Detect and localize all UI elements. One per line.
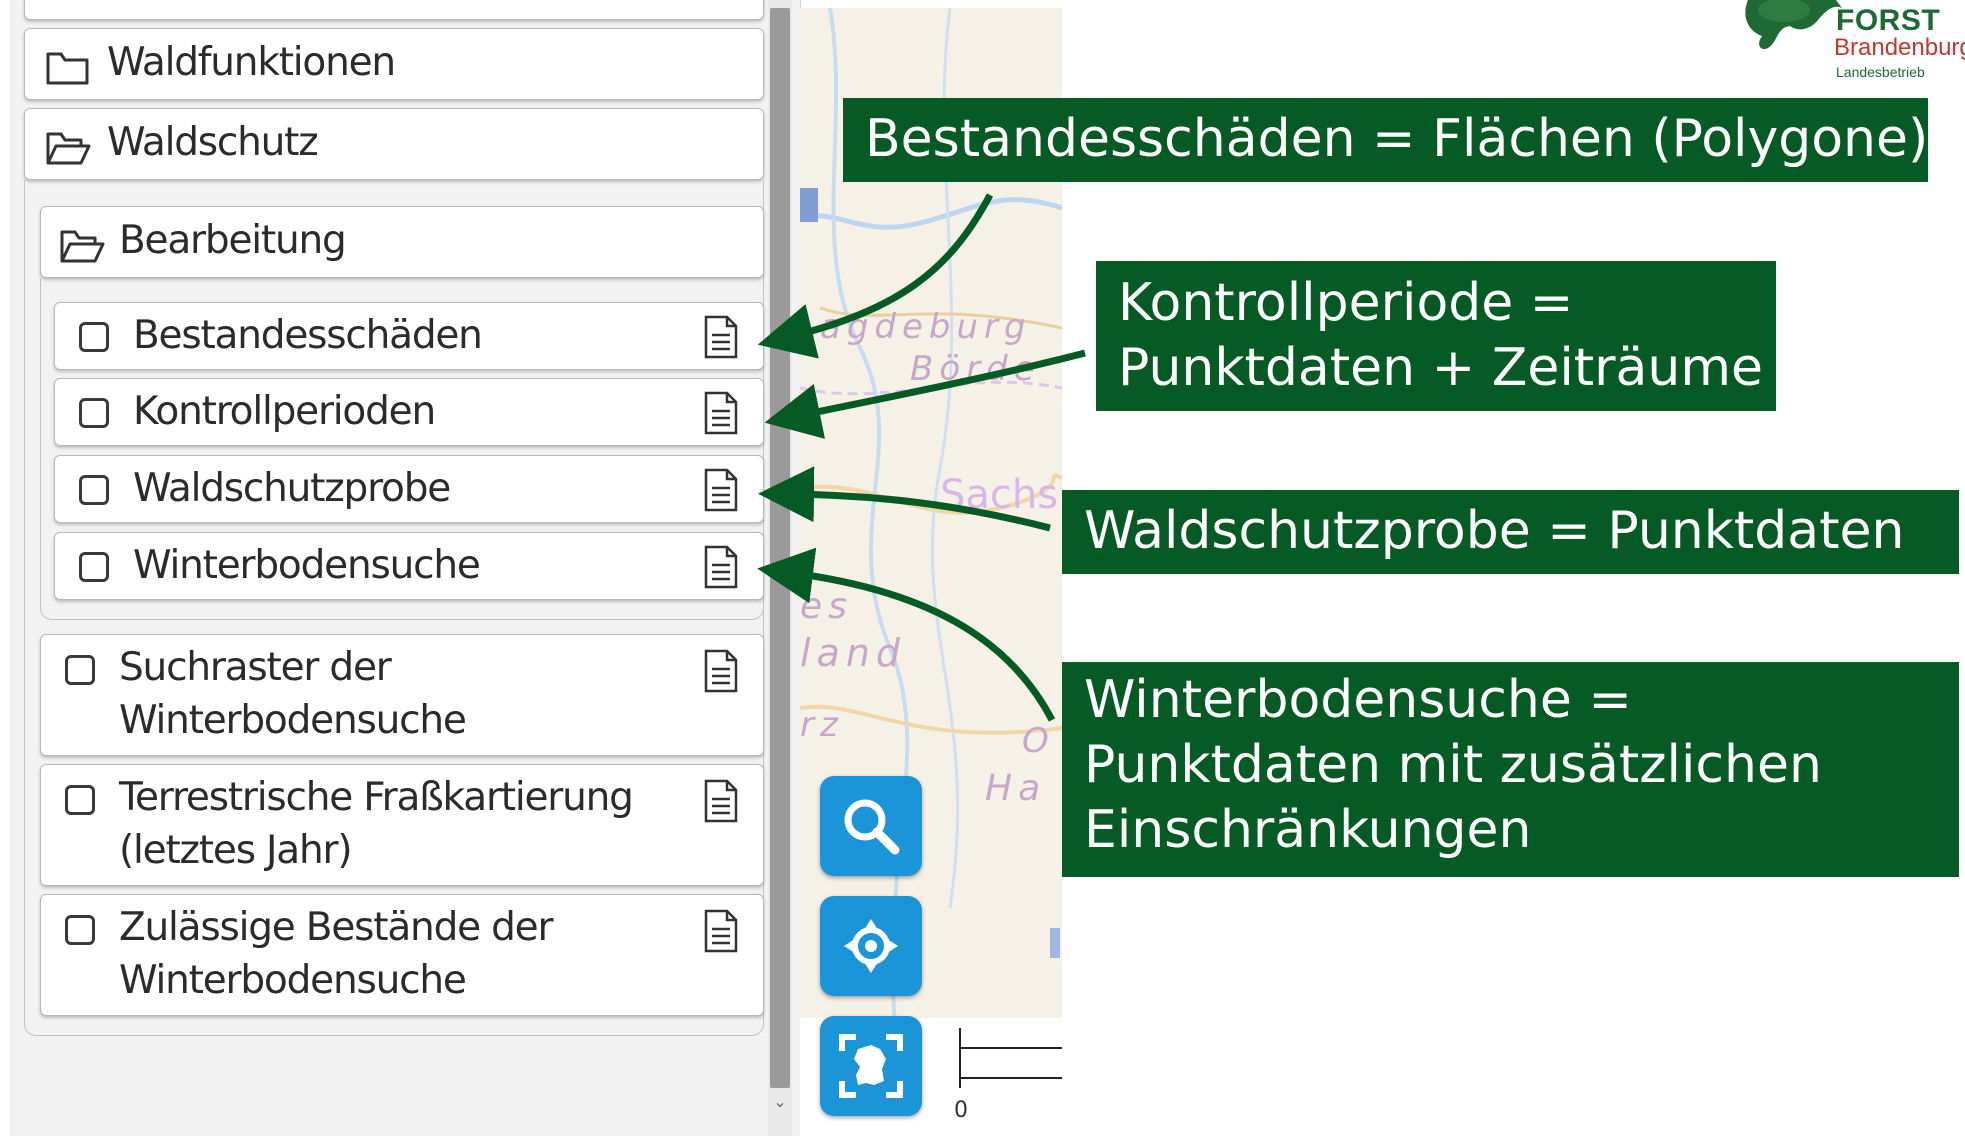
scale-bar-label: 0 bbox=[954, 1098, 968, 1123]
layer-item-winterbodensuche[interactable]: Winterbodensuche bbox=[54, 532, 764, 600]
logo-subtitle: Brandenburg bbox=[1834, 34, 1965, 61]
folder-bearbeitung[interactable]: Bearbeitung bbox=[40, 206, 764, 278]
layer-checkbox[interactable] bbox=[79, 322, 109, 352]
layer-label: Waldschutzprobe bbox=[133, 466, 451, 511]
callout-winterbodensuche: Winterbodensuche = Punktdaten mit zusätz… bbox=[1062, 662, 1959, 877]
document-icon[interactable] bbox=[703, 315, 739, 359]
callout-kontrollperiode: Kontrollperiode = Punktdaten + Zeiträume bbox=[1096, 261, 1776, 411]
document-icon[interactable] bbox=[703, 468, 739, 512]
locate-icon bbox=[844, 919, 898, 973]
layer-item-waldschutzprobe[interactable]: Waldschutzprobe bbox=[54, 455, 764, 523]
layer-checkbox[interactable] bbox=[79, 552, 109, 582]
folder-open-icon bbox=[60, 230, 105, 263]
layer-label: Winterbodensuche bbox=[133, 543, 481, 588]
layer-item-zulaessige-bestaende[interactable]: Zulässige Bestände der Winterbodensuche bbox=[40, 894, 764, 1016]
document-icon[interactable] bbox=[703, 779, 739, 823]
map-label: Ha bbox=[985, 768, 1046, 809]
map-label: Sachs bbox=[940, 472, 1058, 518]
layer-item-partial[interactable] bbox=[24, 0, 764, 20]
folder-open-icon bbox=[46, 132, 91, 165]
zoom-to-extent-button[interactable] bbox=[820, 1016, 922, 1116]
layer-item-suchraster[interactable]: Suchraster der Winterbodensuche bbox=[40, 634, 764, 756]
callout-line: Einschränkungen bbox=[1084, 800, 1532, 860]
search-button[interactable] bbox=[820, 776, 922, 876]
folder-waldfunktionen[interactable]: Waldfunktionen bbox=[24, 28, 764, 100]
document-icon[interactable] bbox=[703, 545, 739, 589]
layer-label: Bestandesschäden bbox=[133, 313, 483, 358]
layer-checkbox[interactable] bbox=[79, 475, 109, 505]
folder-waldschutz[interactable]: Waldschutz bbox=[24, 108, 764, 180]
layer-label: Terrestrische Fraßkartierung (letztes Ja… bbox=[119, 771, 634, 877]
document-icon[interactable] bbox=[703, 649, 739, 693]
layer-checkbox[interactable] bbox=[65, 785, 95, 815]
layer-item-kontrollperioden[interactable]: Kontrollperioden bbox=[54, 378, 764, 446]
search-icon bbox=[844, 799, 900, 855]
layer-item-frasskartierung[interactable]: Terrestrische Fraßkartierung (letztes Ja… bbox=[40, 764, 764, 886]
document-icon[interactable] bbox=[703, 909, 739, 953]
layer-label-line2: Winterbodensuche bbox=[119, 698, 467, 743]
map-label: rz bbox=[800, 705, 844, 745]
layer-checkbox[interactable] bbox=[79, 398, 109, 428]
scroll-down-arrow-icon[interactable]: ⌄ bbox=[770, 1092, 790, 1111]
map-label: es bbox=[800, 586, 853, 627]
layer-label-line1: Zulässige Bestände der bbox=[119, 905, 554, 950]
map-label: land bbox=[800, 631, 906, 675]
locate-button[interactable] bbox=[820, 896, 922, 996]
layer-label: Kontrollperioden bbox=[133, 389, 436, 434]
map-label: agdeburg bbox=[820, 307, 1032, 347]
callout-line: Winterbodensuche = bbox=[1084, 670, 1632, 730]
layer-checkbox[interactable] bbox=[65, 655, 95, 685]
layer-label-line2: (letztes Jahr) bbox=[119, 828, 353, 873]
layer-label-line1: Terrestrische Fraßkartierung bbox=[119, 775, 634, 820]
callout-line: Bestandesschäden = Flächen (Polygone) bbox=[865, 109, 1929, 169]
callout-waldschutzprobe: Waldschutzprobe = Punktdaten bbox=[1062, 490, 1959, 574]
logo-caption: Landesbetrieb bbox=[1836, 64, 1925, 80]
folder-label: Bearbeitung bbox=[119, 218, 347, 263]
callout-line: Punktdaten mit zusätzlichen bbox=[1084, 735, 1822, 795]
layer-label: Suchraster der Winterbodensuche bbox=[119, 641, 467, 747]
document-icon[interactable] bbox=[703, 391, 739, 435]
panel-scrollbar-thumb[interactable] bbox=[770, 8, 790, 1088]
callout-line: Punktdaten + Zeiträume bbox=[1118, 338, 1763, 398]
callout-line: Kontrollperiode = bbox=[1118, 273, 1574, 333]
callout-bestandesschaeden: Bestandesschäden = Flächen (Polygone) bbox=[843, 98, 1928, 182]
layer-label-line1: Suchraster der bbox=[119, 645, 392, 690]
extent-icon bbox=[839, 1034, 903, 1098]
callout-line: Waldschutzprobe = Punktdaten bbox=[1084, 501, 1905, 561]
map-label: O bbox=[1022, 721, 1049, 761]
layer-label: Zulässige Bestände der Winterbodensuche bbox=[119, 901, 554, 1007]
folder-closed-icon bbox=[46, 52, 89, 85]
map-label: Börde bbox=[910, 349, 1041, 389]
layer-item-bestandesschaeden[interactable]: Bestandesschäden bbox=[54, 302, 764, 370]
layer-checkbox[interactable] bbox=[65, 915, 95, 945]
folder-label: Waldfunktionen bbox=[107, 40, 396, 85]
logo-title: FORST bbox=[1836, 4, 1941, 37]
layer-label-line2: Winterbodensuche bbox=[119, 958, 467, 1003]
folder-label: Waldschutz bbox=[107, 120, 319, 165]
layer-panel: Waldfunktionen Waldschutz Bearbeitung Be… bbox=[10, 0, 801, 1136]
